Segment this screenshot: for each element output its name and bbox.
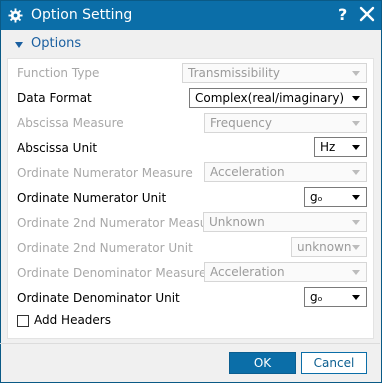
- ordinate-numerator-measure-label: Ordinate Numerator Measure: [17, 166, 193, 180]
- ordinate-denominator-measure-value: Acceleration: [210, 265, 285, 279]
- ordinate-denominator-measure-select: Acceleration: [204, 262, 367, 282]
- close-icon[interactable]: [359, 5, 375, 23]
- function-type-value: Transmissibility: [188, 66, 280, 80]
- chevron-down-icon: [352, 145, 360, 150]
- chevron-down-icon: [352, 195, 360, 200]
- dialog-title: Option Setting: [31, 7, 133, 23]
- ordinate-2nd-numerator-measure-value: Unknown: [209, 215, 265, 229]
- abscissa-unit-select[interactable]: Hz: [314, 137, 367, 157]
- gear-icon: [8, 8, 23, 23]
- ok-button[interactable]: OK: [229, 352, 296, 374]
- help-button[interactable]: ?: [338, 5, 347, 24]
- ordinate-numerator-unit-select[interactable]: gₒ: [304, 187, 367, 207]
- function-type-label: Function Type: [17, 66, 100, 80]
- ordinate-numerator-unit-value: gₒ: [310, 190, 323, 204]
- data-format-value: Complex(real/imaginary): [195, 91, 345, 105]
- abscissa-unit-label: Abscissa Unit: [17, 141, 98, 155]
- cancel-button[interactable]: Cancel: [301, 352, 367, 374]
- options-section-label: Options: [31, 36, 82, 51]
- ordinate-2nd-numerator-unit-value: unknown: [297, 240, 352, 254]
- chevron-down-icon: [352, 295, 360, 300]
- ordinate-denominator-unit-label: Ordinate Denominator Unit: [17, 291, 180, 305]
- chevron-down-icon: [352, 270, 360, 275]
- add-headers-checkbox[interactable]: [17, 315, 29, 327]
- chevron-down-icon: [352, 170, 360, 175]
- ordinate-denominator-unit-select[interactable]: gₒ: [304, 287, 367, 307]
- ordinate-numerator-unit-label: Ordinate Numerator Unit: [17, 191, 167, 205]
- abscissa-unit-value: Hz: [320, 140, 336, 154]
- ordinate-numerator-measure-select: Acceleration: [204, 162, 367, 182]
- caret-down-icon: [15, 42, 23, 48]
- abscissa-measure-label: Abscissa Measure: [17, 116, 124, 130]
- title-bar[interactable]: Option Setting ?: [1, 1, 381, 30]
- add-headers-label[interactable]: Add Headers: [34, 313, 111, 327]
- chevron-down-icon: [352, 121, 360, 126]
- ordinate-2nd-numerator-unit-select: unknown: [291, 237, 367, 257]
- chevron-down-icon: [352, 71, 360, 76]
- ordinate-denominator-unit-value: gₒ: [310, 290, 323, 304]
- ordinate-denominator-measure-label: Ordinate Denominator Measure: [17, 266, 207, 280]
- data-format-label: Data Format: [17, 91, 92, 105]
- ordinate-2nd-numerator-unit-label: Ordinate 2nd Numerator Unit: [17, 241, 193, 255]
- ordinate-numerator-measure-value: Acceleration: [210, 165, 285, 179]
- data-format-select[interactable]: Complex(real/imaginary): [189, 88, 367, 108]
- ordinate-2nd-numerator-measure-label: Ordinate 2nd Numerator Measure: [17, 216, 220, 230]
- ordinate-2nd-numerator-measure-select: Unknown: [203, 212, 367, 232]
- abscissa-measure-select: Frequency: [204, 113, 367, 133]
- abscissa-measure-value: Frequency: [210, 116, 272, 130]
- chevron-down-icon: [352, 245, 360, 250]
- chevron-down-icon: [352, 220, 360, 225]
- function-type-select: Transmissibility: [182, 63, 367, 83]
- chevron-down-icon: [352, 96, 360, 101]
- footer-divider: [0, 343, 380, 344]
